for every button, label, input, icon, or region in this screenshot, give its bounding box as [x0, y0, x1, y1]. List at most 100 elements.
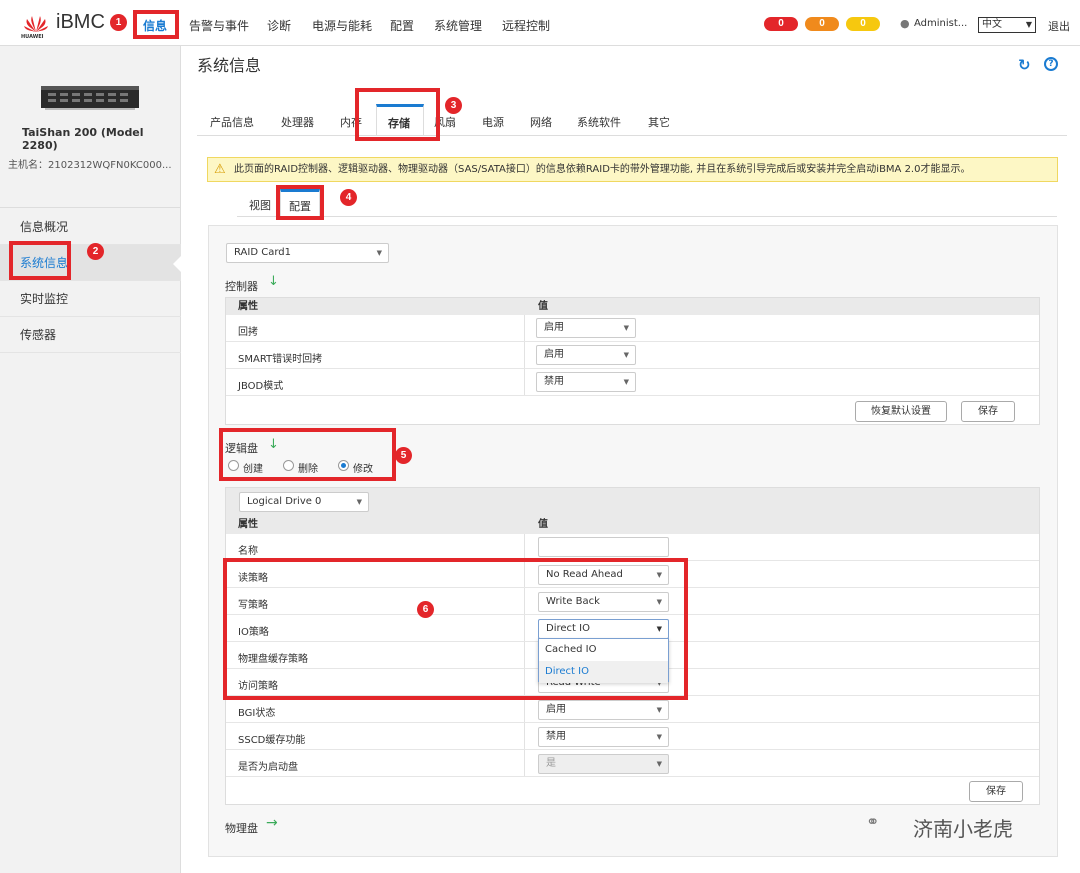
- tab-system-software[interactable]: 系统软件: [577, 114, 621, 130]
- row-label: SMART错误时回拷: [238, 354, 323, 365]
- logical-header: 属性 值: [226, 516, 1039, 534]
- table-row: SMART错误时回拷 启用 ▼: [226, 342, 1039, 369]
- logical-save-button[interactable]: 保存: [969, 781, 1023, 802]
- language-value: 中文: [982, 19, 1002, 30]
- row-label: 是否为启动盘: [238, 762, 298, 773]
- table-row: 回拷 启用 ▼: [226, 315, 1039, 342]
- tab-underline: [197, 135, 1067, 136]
- subtab-underline: [237, 216, 1057, 217]
- controller-header: 属性 值: [226, 298, 1039, 315]
- logout-link[interactable]: 退出: [1048, 18, 1070, 34]
- highlight-box: [9, 241, 71, 280]
- jbod-select[interactable]: 禁用 ▼: [536, 372, 636, 392]
- step-badge: 3: [445, 97, 462, 114]
- minor-alarm-badge[interactable]: 0: [846, 17, 880, 31]
- select-value: 启用: [544, 349, 564, 360]
- select-value: 禁用: [546, 731, 566, 742]
- name-input[interactable]: [538, 537, 669, 557]
- smart-copyback-select[interactable]: 启用 ▼: [536, 345, 636, 365]
- restore-defaults-button[interactable]: 恢复默认设置: [855, 401, 947, 422]
- arrow-down-icon[interactable]: ↓: [268, 274, 279, 289]
- chevron-down-icon: ▼: [623, 324, 629, 332]
- sidebar-item-overview[interactable]: 信息概况: [0, 209, 181, 245]
- chevron-down-icon: ▼: [376, 249, 382, 257]
- page-title: 系统信息: [197, 56, 262, 75]
- highlight-box: [133, 10, 179, 39]
- logical-drive-value: Logical Drive 0: [247, 496, 322, 507]
- highlight-box: [355, 88, 440, 141]
- chevron-down-icon: ▼: [623, 351, 629, 359]
- step-badge: 4: [340, 189, 357, 206]
- step-badge: 1: [110, 14, 127, 31]
- col-value: 值: [538, 301, 548, 312]
- nav-system-mgmt[interactable]: 系统管理: [434, 17, 482, 34]
- sidebar-item-sensors[interactable]: 传感器: [0, 317, 181, 353]
- language-select[interactable]: 中文 ▼: [978, 17, 1036, 33]
- step-badge: 5: [395, 447, 412, 464]
- user-icon: ●: [900, 17, 910, 30]
- watermark-text: 济南小老虎: [913, 817, 1013, 841]
- table-row: JBOD模式 禁用 ▼: [226, 369, 1039, 396]
- server-model: TaiShan 200 (Model 2280): [22, 126, 144, 152]
- nav-config[interactable]: 配置: [390, 17, 414, 34]
- boot-disk-select: 是 ▼: [538, 754, 669, 774]
- table-row: 是否为启动盘 是 ▼: [226, 750, 1039, 777]
- critical-alarm-badge[interactable]: 0: [764, 17, 798, 31]
- chevron-down-icon: ▼: [656, 706, 662, 714]
- table-row: BGI状态 启用 ▼: [226, 696, 1039, 723]
- row-label: JBOD模式: [238, 381, 284, 392]
- brand-title: iBMC: [56, 11, 105, 33]
- raid-card-select[interactable]: RAID Card1 ▼: [226, 243, 389, 263]
- copyback-select[interactable]: 启用 ▼: [536, 318, 636, 338]
- sscd-select[interactable]: 禁用 ▼: [538, 727, 669, 747]
- arrow-right-icon[interactable]: →: [266, 815, 278, 831]
- controller-title: 控制器: [225, 280, 258, 293]
- nav-alarms[interactable]: 告警与事件: [189, 17, 249, 34]
- chevron-down-icon: ▼: [656, 733, 662, 741]
- divider: [0, 207, 181, 208]
- nav-remote-control[interactable]: 远程控制: [502, 17, 550, 34]
- select-value: 是: [546, 758, 556, 769]
- chevron-down-icon: ▼: [623, 378, 629, 386]
- col-value: 值: [538, 519, 548, 530]
- bgi-select[interactable]: 启用 ▼: [538, 700, 669, 720]
- chevron-down-icon: ▼: [1025, 20, 1032, 29]
- warning-text: 此页面的RAID控制器、逻辑驱动器、物理驱动器（SAS/SATA接口）的信息依赖…: [234, 164, 971, 175]
- col-attr: 属性: [238, 301, 258, 312]
- logical-drive-select[interactable]: Logical Drive 0 ▼: [239, 492, 369, 512]
- sidebar: TaiShan 200 (Model 2280) 主机名：2102312WQFN…: [0, 46, 181, 873]
- refresh-icon[interactable]: ↻: [1018, 56, 1031, 74]
- physical-drive-title: 物理盘: [225, 822, 258, 835]
- warning-icon: ⚠: [214, 162, 226, 177]
- subtab-view[interactable]: 视图: [249, 197, 271, 213]
- nav-diagnosis[interactable]: 诊断: [267, 17, 291, 34]
- table-row: 名称: [226, 534, 1039, 561]
- table-row: SSCD缓存功能 禁用 ▼: [226, 723, 1039, 750]
- tab-processor[interactable]: 处理器: [281, 114, 314, 130]
- highlight-box: [276, 185, 324, 220]
- select-value: 禁用: [544, 376, 564, 387]
- controller-table: 属性 值 回拷 启用 ▼ SMART错误时回拷 启用 ▼ JBOD模式 禁用 ▼ 恢复…: [225, 297, 1040, 425]
- tab-other[interactable]: 其它: [648, 114, 670, 130]
- major-alarm-badge[interactable]: 0: [805, 17, 839, 31]
- warning-banner: ⚠ 此页面的RAID控制器、逻辑驱动器、物理驱动器（SAS/SATA接口）的信息…: [207, 157, 1058, 182]
- nav-power[interactable]: 电源与能耗: [312, 17, 372, 34]
- select-value: 启用: [544, 322, 564, 333]
- step-badge: 6: [417, 601, 434, 618]
- chevron-down-icon: ▼: [656, 760, 662, 768]
- sidebar-active-pointer: [173, 256, 181, 272]
- row-label: BGI状态: [238, 708, 276, 719]
- huawei-logo-icon: [24, 16, 48, 32]
- controller-save-button[interactable]: 保存: [961, 401, 1015, 422]
- tab-product-info[interactable]: 产品信息: [210, 114, 254, 130]
- sidebar-item-realtime-monitor[interactable]: 实时监控: [0, 281, 181, 317]
- user-name[interactable]: Administ...: [914, 18, 967, 29]
- raid-card-value: RAID Card1: [234, 247, 291, 258]
- wechat-icon: ⚭: [866, 812, 880, 831]
- help-icon[interactable]: ?: [1044, 57, 1058, 71]
- highlight-box: [223, 558, 688, 700]
- tab-power[interactable]: 电源: [482, 114, 504, 130]
- tab-network[interactable]: 网络: [530, 114, 552, 130]
- server-image-icon: [41, 86, 139, 110]
- select-value: 启用: [546, 704, 566, 715]
